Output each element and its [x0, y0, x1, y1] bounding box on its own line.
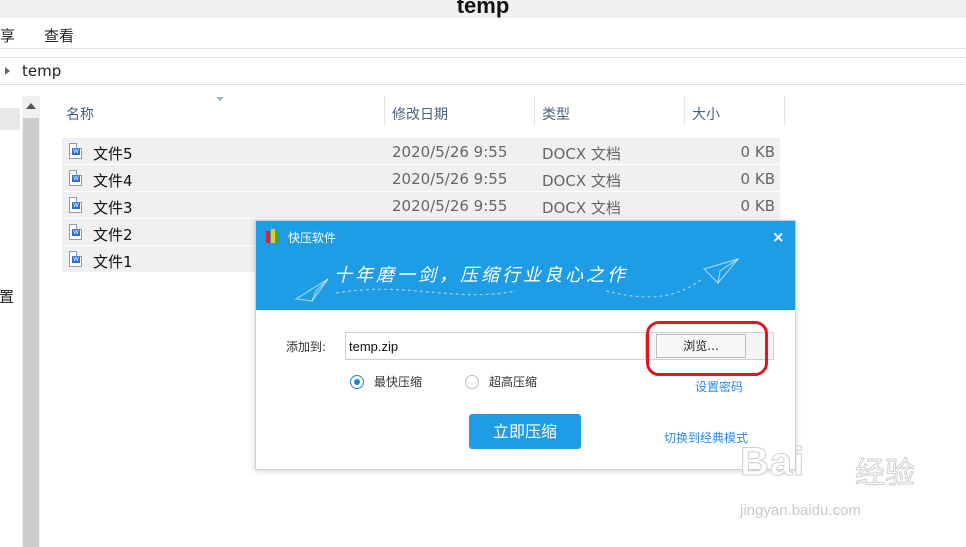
- window-title: temp: [456, 0, 510, 18]
- dialog-title: 快压软件: [288, 231, 337, 245]
- file-type: DOCX 文档: [542, 145, 621, 163]
- breadcrumb-temp[interactable]: temp: [22, 62, 61, 80]
- compress-now-button[interactable]: 立即压缩: [469, 414, 581, 449]
- file-row[interactable]: 文件5 2020/5/26 9:55 DOCX 文档 0 KB: [62, 138, 780, 165]
- radio-high-label[interactable]: 超高压缩: [489, 373, 537, 390]
- file-type: DOCX 文档: [542, 172, 621, 190]
- file-list-header: 名称 修改日期 类型 大小: [60, 96, 785, 126]
- chevron-right-icon[interactable]: [5, 67, 10, 75]
- baidu-jingyan-watermark: Bai 经验 jingyan.baidu.com: [739, 440, 960, 530]
- file-name: 文件2: [93, 226, 133, 244]
- file-size: 0 KB: [740, 170, 775, 188]
- switch-classic-mode-link[interactable]: 切换到经典模式: [664, 429, 748, 446]
- close-icon[interactable]: ×: [772, 228, 785, 246]
- navigation-item-fragment[interactable]: 置: [0, 286, 14, 307]
- column-header-name-label: 名称: [66, 107, 94, 123]
- add-to-label: 添加到:: [286, 340, 327, 354]
- file-row[interactable]: 文件4 2020/5/26 9:55 DOCX 文档 0 KB: [62, 165, 780, 192]
- word-document-icon: [69, 224, 82, 240]
- file-size: 0 KB: [740, 143, 775, 161]
- word-document-icon: [69, 251, 82, 267]
- file-date: 2020/5/26 9:55: [392, 170, 508, 188]
- watermark-url: jingyan.baidu.com: [740, 502, 861, 519]
- file-size: 0 KB: [740, 197, 775, 215]
- watermark-brand-cn: 经验: [855, 456, 916, 492]
- scroll-up-arrow-icon[interactable]: [26, 103, 36, 109]
- address-bar[interactable]: temp: [0, 57, 966, 85]
- dialog-slogan: 十年磨一剑，压缩行业良心之作: [334, 265, 628, 286]
- menu-item-view[interactable]: 查看: [44, 25, 74, 46]
- navigation-scrollbar[interactable]: [22, 96, 40, 547]
- app-logo-icon: [266, 229, 280, 243]
- column-header-date-label: 修改日期: [392, 107, 448, 123]
- column-header-type-label: 类型: [542, 107, 570, 123]
- navigation-pane: 置: [0, 96, 22, 547]
- word-document-icon: [69, 197, 82, 213]
- file-name: 文件1: [93, 253, 133, 271]
- word-document-icon: [69, 143, 82, 159]
- annotation-highlight-circle: [646, 321, 768, 376]
- watermark-brand-latin: Bai: [739, 440, 806, 485]
- dialog-banner: 快压软件 × 十年磨一剑，压缩行业良心之作: [256, 221, 795, 310]
- column-header-size-label: 大小: [692, 107, 720, 123]
- menu-item-share[interactable]: 享: [0, 25, 15, 46]
- column-header-name[interactable]: 名称: [60, 96, 385, 126]
- column-header-date[interactable]: 修改日期: [385, 96, 535, 126]
- menu-bar: 享 查看: [0, 18, 966, 49]
- archive-path-input[interactable]: [345, 332, 646, 360]
- word-document-icon: [69, 170, 82, 186]
- scrollbar-thumb[interactable]: [23, 118, 39, 547]
- file-type: DOCX 文档: [542, 199, 621, 217]
- radio-fast-label[interactable]: 最快压缩: [374, 373, 422, 390]
- file-name: 文件4: [93, 172, 133, 190]
- radio-high-compression[interactable]: [465, 375, 479, 389]
- file-row[interactable]: 文件3 2020/5/26 9:55 DOCX 文档 0 KB: [62, 192, 780, 219]
- compress-dialog: 快压软件 × 十年磨一剑，压缩行业良心之作 添加到: 浏览... 最快压缩 超高…: [255, 220, 796, 470]
- window-titlebar: temp: [0, 0, 966, 18]
- file-name: 文件5: [93, 145, 133, 163]
- file-date: 2020/5/26 9:55: [392, 197, 508, 215]
- column-header-size[interactable]: 大小: [685, 96, 785, 126]
- file-name: 文件3: [93, 199, 133, 217]
- file-date: 2020/5/26 9:55: [392, 143, 508, 161]
- set-password-link[interactable]: 设置密码: [695, 378, 743, 395]
- navigation-selected-item[interactable]: [0, 108, 20, 130]
- column-header-type[interactable]: 类型: [535, 96, 685, 126]
- radio-fast-compression[interactable]: [350, 375, 364, 389]
